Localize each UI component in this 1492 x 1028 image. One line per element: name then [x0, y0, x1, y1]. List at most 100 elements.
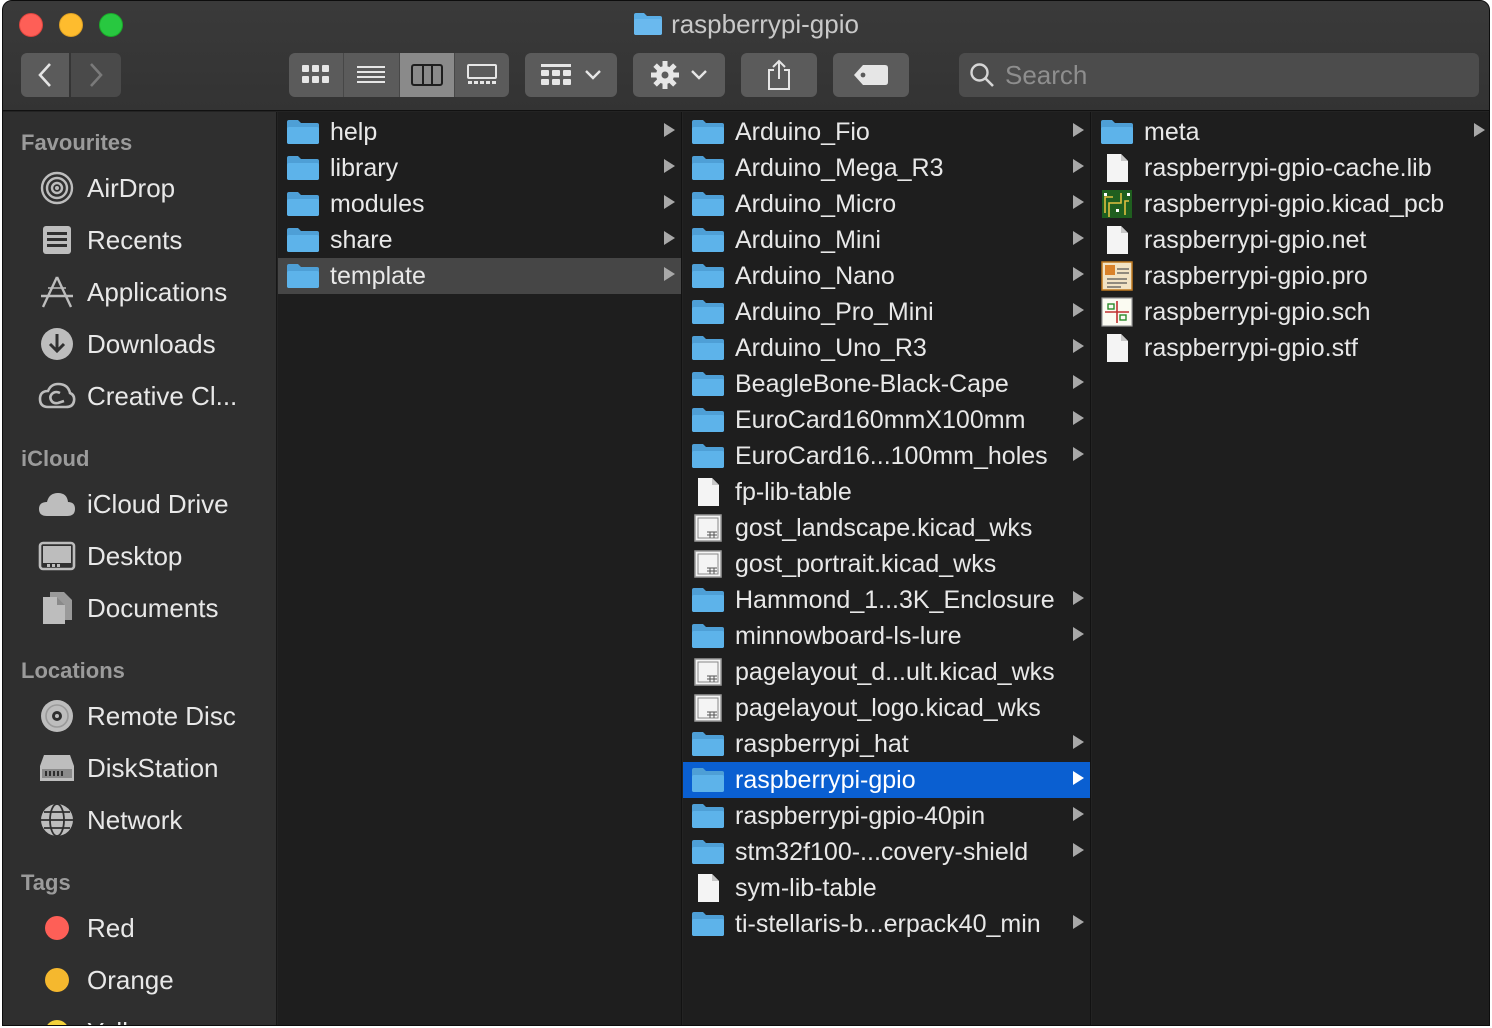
sidebar-item-downloads[interactable]: Downloads	[3, 320, 277, 368]
folder-row[interactable]: meta	[1092, 114, 1489, 150]
disclosure-arrow-icon	[1073, 411, 1084, 425]
sidebar-item-network[interactable]: Network	[3, 796, 277, 844]
column-view-button[interactable]	[399, 53, 455, 97]
sidebar-item-label: Applications	[87, 276, 228, 307]
browser-column-2: Arduino_Fio Arduino_Mega_R3 Arduino_Micro A…	[683, 112, 1091, 1025]
edit-tags-button[interactable]	[833, 53, 909, 97]
disclosure-arrow-icon	[664, 267, 675, 281]
folder-row[interactable]: Arduino_Mega_R3	[683, 150, 1090, 186]
file-row[interactable]: raspberrypi-gpio.net	[1092, 222, 1489, 258]
folder-row[interactable]: share	[278, 222, 681, 258]
sidebar-heading-favourites: Favourites	[21, 130, 133, 155]
folder-row[interactable]: raspberrypi-gpio-40pin	[683, 798, 1090, 834]
item-name: raspberrypi-gpio	[735, 765, 916, 794]
file-row[interactable]: raspberrypi-gpio.stf	[1092, 330, 1489, 366]
item-name: EuroCard16...100mm_holes	[735, 441, 1048, 470]
folder-icon	[691, 441, 725, 471]
sidebar-item-label: Orange	[87, 964, 174, 995]
item-name: template	[330, 261, 426, 290]
file-row[interactable]: raspberrypi-gpio.pro	[1092, 258, 1489, 294]
file-row[interactable]: gost_portrait.kicad_wks	[683, 546, 1090, 582]
sidebar-item-label: Recents	[87, 224, 183, 255]
folder-row[interactable]: Arduino_Micro	[683, 186, 1090, 222]
sidebar-item-icloud-drive[interactable]: iCloud Drive	[3, 480, 277, 528]
folder-icon	[691, 405, 725, 435]
file-row[interactable]: fp-lib-table	[683, 474, 1090, 510]
sidebar-item-creative-cloud[interactable]: Creative Cl...	[3, 372, 277, 420]
share-button[interactable]	[741, 53, 817, 97]
folder-row[interactable]: stm32f100-...covery-shield	[683, 834, 1090, 870]
folder-row[interactable]: BeagleBone-Black-Cape	[683, 366, 1090, 402]
group-by-button[interactable]	[525, 53, 617, 97]
folder-icon	[691, 261, 725, 291]
icloud-icon	[37, 484, 77, 524]
folder-row[interactable]: Hammond_1...3K_Enclosure	[683, 582, 1090, 618]
sidebar-item-tag-orange[interactable]: Orange	[3, 956, 277, 1004]
folder-row[interactable]: Arduino_Pro_Mini	[683, 294, 1090, 330]
action-button[interactable]	[633, 53, 725, 97]
folder-row[interactable]: EuroCard160mmX100mm	[683, 402, 1090, 438]
folder-row[interactable]: minnowboard-ls-lure	[683, 618, 1090, 654]
file-row[interactable]: raspberrypi-gpio.kicad_pcb	[1092, 186, 1489, 222]
tag-orange-icon	[45, 968, 69, 992]
remote-disc-icon	[37, 696, 77, 736]
icon-view-button[interactable]	[289, 53, 345, 97]
sidebar-item-diskstation[interactable]: DiskStation	[3, 744, 277, 792]
folder-row[interactable]: Arduino_Fio	[683, 114, 1090, 150]
file-row[interactable]: pagelayout_logo.kicad_wks	[683, 690, 1090, 726]
folder-row[interactable]: template	[278, 258, 681, 294]
sidebar-item-recents[interactable]: Recents	[3, 216, 277, 264]
diskstation-icon	[37, 748, 77, 788]
sidebar-item-label: DiskStation	[87, 752, 219, 783]
sidebar-item-label: Desktop	[87, 540, 183, 571]
item-name: gost_portrait.kicad_wks	[735, 549, 997, 578]
folder-row[interactable]: raspberrypi_hat	[683, 726, 1090, 762]
list-view-button[interactable]	[344, 53, 400, 97]
folder-row[interactable]: Arduino_Mini	[683, 222, 1090, 258]
folder-row[interactable]: help	[278, 114, 681, 150]
disclosure-arrow-icon	[1073, 303, 1084, 317]
sidebar-item-tag-yellow[interactable]: Yellow	[3, 1008, 277, 1026]
item-name: Arduino_Uno_R3	[735, 333, 927, 362]
sidebar-heading-tags: Tags	[21, 870, 71, 895]
search-input[interactable]	[1005, 59, 1445, 91]
item-name: modules	[330, 189, 425, 218]
item-name: Hammond_1...3K_Enclosure	[735, 585, 1055, 614]
file-row[interactable]: pagelayout_d...ult.kicad_wks	[683, 654, 1090, 690]
disclosure-arrow-icon	[664, 159, 675, 173]
disclosure-arrow-icon	[1073, 375, 1084, 389]
search-field[interactable]	[959, 53, 1479, 97]
folder-icon	[691, 621, 725, 651]
folder-row[interactable]: Arduino_Uno_R3	[683, 330, 1090, 366]
sidebar-item-label: Yellow	[87, 1017, 161, 1026]
file-row[interactable]: sym-lib-table	[683, 870, 1090, 906]
sidebar-item-desktop[interactable]: Desktop	[3, 532, 277, 580]
item-name: raspberrypi-gpio.kicad_pcb	[1144, 189, 1445, 218]
sidebar-item-applications[interactable]: Applications	[3, 268, 277, 316]
back-button[interactable]	[21, 53, 69, 97]
folder-row[interactable]: ti-stellaris-b...erpack40_min	[683, 906, 1090, 942]
folder-icon	[286, 153, 320, 183]
folder-row[interactable]: modules	[278, 186, 681, 222]
folder-icon	[286, 117, 320, 147]
file-row[interactable]: raspberrypi-gpio.sch	[1092, 294, 1489, 330]
sidebar-item-airdrop[interactable]: AirDrop	[3, 164, 277, 212]
disclosure-arrow-icon	[1073, 591, 1084, 605]
browser-column-3: meta raspberrypi-gpio-cache.lib raspberryp…	[1092, 112, 1489, 1025]
document-icon	[1100, 333, 1134, 363]
sidebar-item-documents[interactable]: Documents	[3, 584, 277, 632]
folder-row[interactable]: EuroCard16...100mm_holes	[683, 438, 1090, 474]
file-row[interactable]: gost_landscape.kicad_wks	[683, 510, 1090, 546]
folder-row[interactable]: library	[278, 150, 681, 186]
folder-row[interactable]: Arduino_Nano	[683, 258, 1090, 294]
item-name: EuroCard160mmX100mm	[735, 405, 1026, 434]
sidebar-item-remote-disc[interactable]: Remote Disc	[3, 692, 277, 740]
folder-icon	[691, 801, 725, 831]
item-name: meta	[1144, 117, 1200, 146]
file-row[interactable]: raspberrypi-gpio-cache.lib	[1092, 150, 1489, 186]
forward-button[interactable]	[71, 53, 121, 97]
folder-row[interactable]: raspberrypi-gpio	[683, 762, 1090, 798]
gallery-view-button[interactable]	[455, 53, 509, 97]
sidebar-item-tag-red[interactable]: Red	[3, 904, 277, 952]
item-name: raspberrypi-gpio-40pin	[735, 801, 986, 830]
